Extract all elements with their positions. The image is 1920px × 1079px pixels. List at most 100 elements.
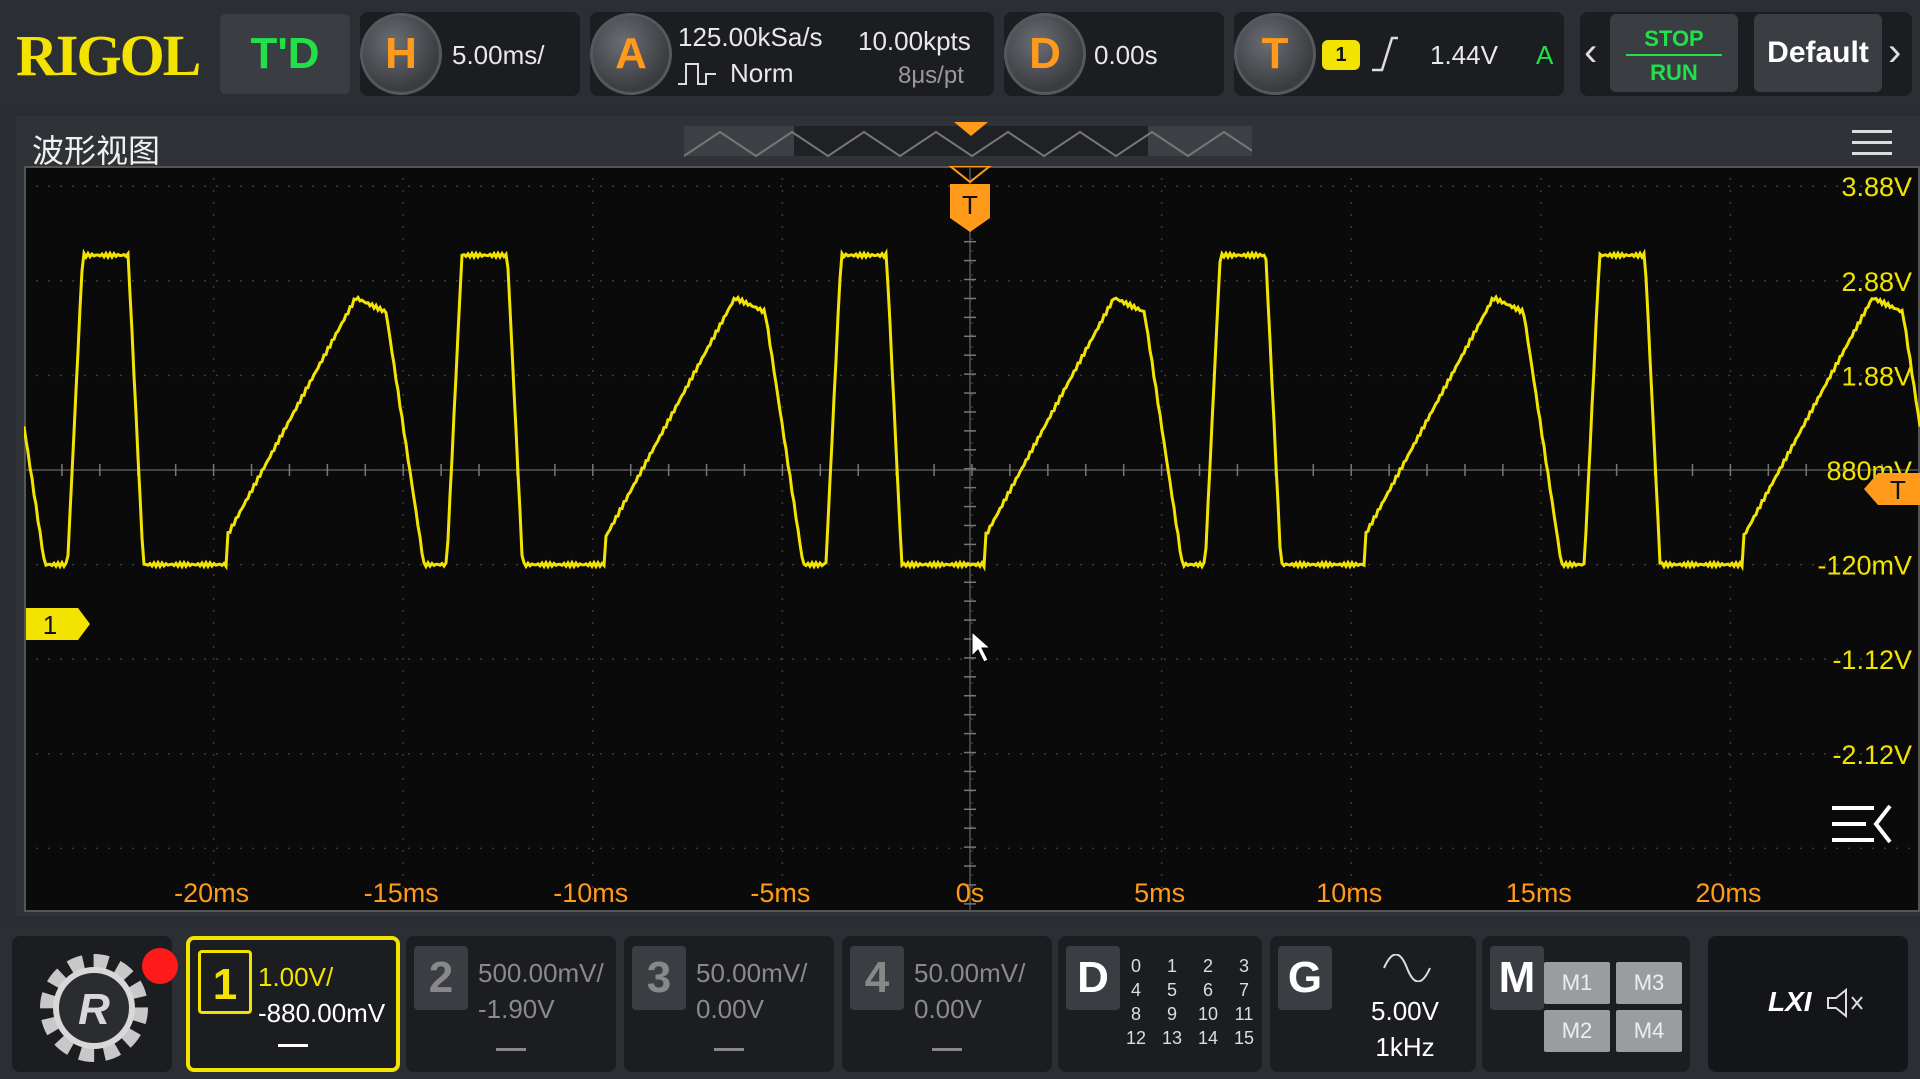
channel-2-offset: -1.90V [478,994,555,1024]
bottom-toolbar: R 1 1.00V/ -880.00mV 2 500.00mV/ -1.90V … [0,928,1920,1079]
acquire-mode: Norm [730,58,794,88]
digital-channel-label: 15 [1233,1028,1255,1048]
time-label: 10ms [1316,878,1382,908]
channel-1-scale: 1.00V/ [258,962,334,992]
svg-text:R: R [78,985,110,1034]
time-label: 0s [956,878,985,908]
digital-channel-label: 13 [1161,1028,1183,1048]
channel-1-offset: -880.00mV [258,998,386,1028]
channel-4-offset: 0.00V [914,994,982,1024]
rigol-logo: RIGOL [16,23,201,88]
channel-3-scale: 50.00mV/ [696,958,808,988]
dc-coupling-icon [714,1048,744,1058]
digital-badge: D [1066,946,1120,1010]
math-badge: M [1490,946,1544,1010]
time-label: 20ms [1695,878,1761,908]
channel-4-scale: 50.00mV/ [914,958,1026,988]
dc-coupling-icon [496,1048,526,1058]
waveform-view: 波形视图 3.88V 2.88V 1.88V 880mV -120mV -1.12V -2.… [16,116,1920,916]
digital-channel-label: 1 [1166,956,1177,976]
record-indicator [142,948,178,984]
run-label: RUN [1650,60,1698,85]
time-label: 5ms [1134,878,1185,908]
time-label: -10ms [553,878,628,908]
chevron-right-icon[interactable]: › [1888,30,1901,75]
voltage-label: 2.88V [1841,267,1912,297]
time-label: -15ms [364,878,439,908]
delay-button[interactable]: D [1004,13,1086,95]
channel-3-number: 3 [632,946,686,1010]
ch1-offset-marker[interactable]: 1 [26,608,90,640]
digital-channel-label: 0 [1130,956,1141,976]
digital-channel-label: 4 [1130,980,1141,1000]
speaker-muted-icon[interactable] [1824,986,1868,1020]
digital-channel-label: 10 [1197,1004,1219,1024]
time-label: -20ms [174,878,249,908]
lxi-logo: LXI [1768,986,1812,1017]
dc-coupling-icon [278,1044,308,1054]
trigger-button[interactable]: T [1234,13,1316,95]
math-m1-button[interactable]: M1 [1544,962,1610,1004]
digital-channel-label: 9 [1166,1004,1177,1024]
channel-4-block[interactable]: 4 50.00mV/ 0.00V [842,936,1052,1072]
channel-2-number: 2 [414,946,468,1010]
generator-amplitude: 5.00V [1371,996,1439,1026]
math-block[interactable]: M M1 M3 M2 M4 [1482,936,1690,1072]
stop-run-button[interactable]: STOP RUN [1610,14,1738,92]
channel-2-scale: 500.00mV/ [478,958,604,988]
channel-2-block[interactable]: 2 500.00mV/ -1.90V [406,936,616,1072]
waveform-screen[interactable]: 3.88V2.88V1.88V880mV-120mV-1.12V-2.12V -… [24,166,1920,912]
digital-channel-label: 7 [1238,980,1249,1000]
digital-block[interactable]: D 0 1 2 3 4 5 6 7 8 9 10 11 12 13 14 15 [1058,936,1262,1072]
chevron-left-icon[interactable]: ‹ [1584,30,1597,75]
acquire-button[interactable]: A [590,13,672,95]
home-button[interactable]: R [12,936,178,1072]
digital-channel-grid: 0 1 2 3 4 5 6 7 8 9 10 11 12 13 14 15 [1118,954,1262,1050]
acquire-mode-icon [678,63,716,85]
generator-block[interactable]: G 5.00V 1kHz [1270,936,1476,1072]
td-mode-button[interactable]: T'D [220,14,350,94]
time-label: -5ms [750,878,810,908]
trigger-source-badge: 1 [1322,40,1360,70]
generator-frequency: 1kHz [1375,1032,1435,1062]
svg-text:T: T [1890,475,1906,505]
svg-text:1: 1 [43,610,57,640]
trigger-sweep-mode: A [1536,40,1554,70]
voltage-label: -1.12V [1832,645,1912,675]
digital-channel-label: 8 [1130,1004,1141,1024]
channel-3-block[interactable]: 3 50.00mV/ 0.00V [624,936,834,1072]
digital-channel-label: 2 [1202,956,1213,976]
channel-4-number: 4 [850,946,904,1010]
time-scale: -20ms -15ms -10ms -5ms 0s 5ms 10ms 15ms 20ms [174,878,1761,908]
sample-rate: 125.00kSa/s [678,22,823,52]
delay-value: 0.00s [1094,40,1158,70]
voltage-label: 3.88V [1841,172,1912,202]
trigger-level: 1.44V [1430,40,1498,70]
digital-channel-label: 6 [1202,980,1213,1000]
generator-badge: G [1278,946,1332,1010]
horizontal-button[interactable]: H [360,13,442,95]
math-m4-button[interactable]: M4 [1616,1010,1682,1052]
hamburger-menu-icon[interactable] [1852,130,1892,160]
digital-channel-label: 14 [1197,1028,1219,1048]
stop-label: STOP [1626,26,1722,56]
digital-channel-label: 5 [1166,980,1177,1000]
voltage-label: -2.12V [1832,740,1912,770]
math-m3-button[interactable]: M3 [1616,962,1682,1004]
default-button[interactable]: Default [1754,14,1882,92]
rising-edge-icon [1372,36,1398,72]
memory-overview-strip[interactable] [684,122,1252,158]
digital-channel-label: 12 [1125,1028,1147,1048]
memory-depth: 10.00kpts [858,26,971,56]
channel-1-number: 1 [198,950,252,1014]
sample-period: 8μs/pt [898,62,964,89]
svg-text:T: T [962,190,978,220]
timebase-value: 5.00ms/ [452,40,545,70]
math-m2-button[interactable]: M2 [1544,1010,1610,1052]
channel-3-offset: 0.00V [696,994,764,1024]
sine-wave-icon [1383,954,1431,982]
channel-1-block[interactable]: 1 1.00V/ -880.00mV [186,936,400,1072]
voltage-label: 1.88V [1841,361,1912,391]
time-label: 15ms [1506,878,1572,908]
dc-coupling-icon [932,1048,962,1058]
